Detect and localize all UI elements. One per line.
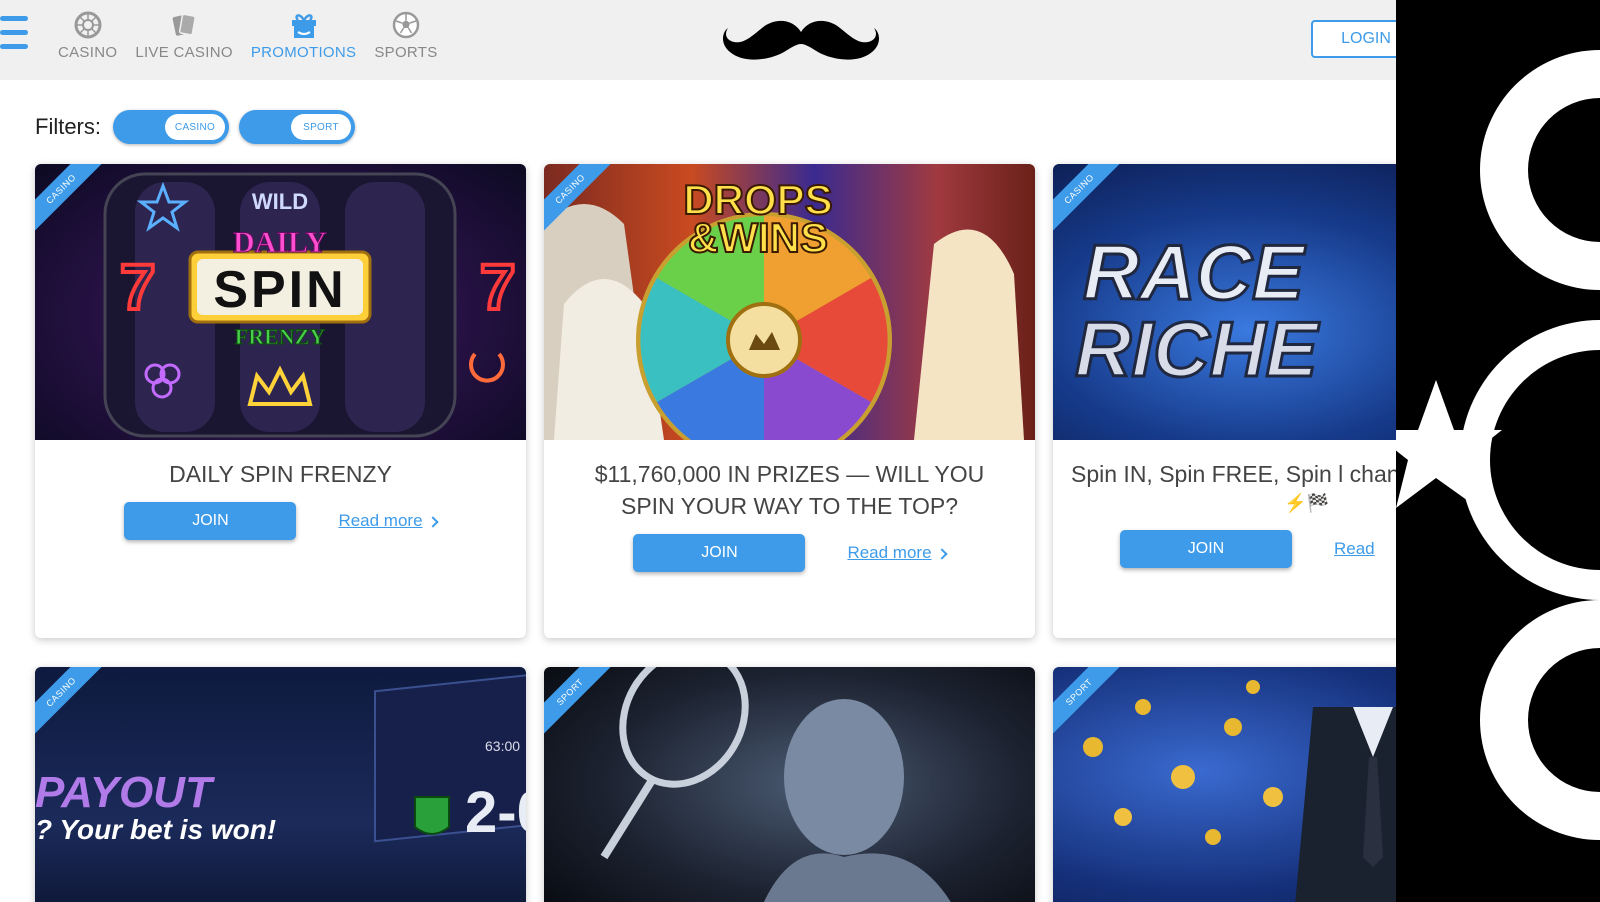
join-button[interactable]: JOIN bbox=[633, 534, 806, 572]
site: CASINO LIVE CASINO PROMOTIONS SPORTS LOG… bbox=[0, 0, 1396, 902]
read-more-label: Read bbox=[1334, 539, 1375, 558]
image-caption: FRENZY bbox=[235, 324, 326, 349]
image-caption: RICHE bbox=[1075, 305, 1320, 393]
card-actions: JOIN Read more bbox=[544, 534, 1035, 572]
chevron-right-icon bbox=[426, 516, 439, 528]
cards-icon bbox=[172, 13, 196, 36]
read-more-link[interactable]: Read bbox=[1334, 539, 1375, 559]
promo-image-early-payout[interactable]: CASINO 63:00 2-0 PAYOUT ? Your bet is wo… bbox=[35, 667, 526, 902]
login-button[interactable]: LOGIN bbox=[1311, 20, 1396, 58]
join-button[interactable]: JOIN bbox=[124, 502, 297, 540]
promo-card: SPORT bbox=[1053, 667, 1396, 902]
race-riches-art: RACE RICHE bbox=[1074, 227, 1322, 395]
promo-card: CASINO RACE RICHE Spin IN, Spin FREE, Sp… bbox=[1053, 164, 1396, 638]
prize-wheel-art: DROPS &WINS bbox=[544, 175, 1024, 440]
nav-item-label: CASINO bbox=[58, 44, 118, 61]
nav-item-label: PROMOTIONS bbox=[250, 44, 357, 61]
gift-icon bbox=[291, 14, 316, 38]
image-caption: WILD bbox=[252, 189, 308, 214]
nav-item-label: SPORTS bbox=[374, 44, 438, 61]
image-caption: 63:00 bbox=[485, 738, 520, 754]
read-more-label: Read more bbox=[847, 543, 932, 562]
promo-title-icons: ⚡🏁 bbox=[1284, 493, 1329, 513]
image-caption: 2-0 bbox=[465, 780, 526, 845]
svg-text:7: 7 bbox=[480, 251, 516, 323]
filter-toggle-label: SPORT bbox=[291, 114, 351, 140]
nav-item-label: LIVE CASINO bbox=[135, 44, 233, 61]
image-caption: PAYOUT bbox=[35, 768, 215, 817]
promo-image-drops-and-wins[interactable]: CASINO DROPS &WINS bbox=[544, 164, 1035, 440]
promo-image-tennis[interactable]: SPORT bbox=[544, 667, 1035, 902]
soccer-ball-icon bbox=[392, 11, 420, 39]
join-button[interactable]: JOIN bbox=[1120, 530, 1292, 568]
nav-item-casino[interactable]: CASINO bbox=[58, 10, 117, 61]
nav-item-promotions[interactable]: PROMOTIONS bbox=[251, 10, 357, 61]
promo-title: DAILY SPIN FRENZY bbox=[169, 461, 392, 487]
decorative-side-panel bbox=[1396, 0, 1600, 902]
nav-item-live-casino[interactable]: LIVE CASINO bbox=[135, 10, 233, 61]
filters-label: Filters: bbox=[35, 114, 101, 139]
filter-toggle-label: CASINO bbox=[165, 114, 225, 140]
card-actions: JOIN Read more bbox=[35, 502, 526, 540]
filter-toggle-sport[interactable]: SPORT bbox=[239, 110, 355, 144]
decorative-pattern bbox=[1396, 50, 1600, 840]
promo-image-race-riches[interactable]: CASINO RACE RICHE bbox=[1053, 164, 1396, 440]
image-caption: SPIN bbox=[213, 261, 346, 319]
top-bar: CASINO LIVE CASINO PROMOTIONS SPORTS LOG… bbox=[0, 0, 1396, 80]
promo-card: CASINO DROPS &WINS $11,760,000 IN PRIZES… bbox=[544, 164, 1035, 638]
promo-title: Spin IN, Spin FREE, Spin l chance at the… bbox=[1071, 461, 1396, 487]
promo-card: CASINO 63:00 2-0 PAYOUT ? Your bet is wo… bbox=[35, 667, 526, 902]
image-caption: ? Your bet is won! bbox=[35, 814, 276, 845]
roulette-icon bbox=[74, 11, 102, 39]
mustache-logo[interactable] bbox=[722, 14, 880, 66]
image-caption: RACE bbox=[1083, 228, 1306, 316]
tennis-player-art bbox=[600, 667, 951, 902]
promo-image-daily-spin-frenzy[interactable]: CASINO 7 7 WILD DAILY SPIN FRENZY bbox=[35, 164, 526, 440]
promo-card: CASINO 7 7 WILD DAILY SPIN FRENZY DAILY bbox=[35, 164, 526, 638]
coins-art bbox=[1083, 680, 1396, 902]
filter-toggle-casino[interactable]: CASINO bbox=[113, 110, 229, 144]
main-nav: CASINO LIVE CASINO PROMOTIONS SPORTS bbox=[58, 10, 438, 61]
promo-title: $11,760,000 IN PRIZES — WILL YOU SPIN YO… bbox=[594, 461, 985, 519]
menu-icon[interactable] bbox=[0, 16, 30, 58]
image-caption: DAILY bbox=[233, 226, 327, 259]
read-more-link[interactable]: Read more bbox=[847, 543, 948, 563]
card-actions: JOIN Read bbox=[1053, 530, 1396, 568]
promo-image-sport-cash[interactable]: SPORT bbox=[1053, 667, 1396, 902]
stadium-art: 63:00 2-0 PAYOUT ? Your bet is won! bbox=[35, 673, 526, 845]
chevron-right-icon bbox=[935, 548, 948, 560]
read-more-link[interactable]: Read more bbox=[338, 511, 439, 531]
promo-card: SPORT bbox=[544, 667, 1035, 902]
image-caption: &WINS bbox=[688, 214, 828, 261]
slot-reels-art: 7 7 WILD DAILY SPIN FRENZY bbox=[103, 172, 518, 438]
read-more-label: Read more bbox=[338, 511, 423, 530]
svg-text:7: 7 bbox=[120, 251, 156, 323]
nav-item-sports[interactable]: SPORTS bbox=[374, 10, 437, 61]
filters-bar: Filters: CASINO SPORT bbox=[35, 110, 355, 144]
